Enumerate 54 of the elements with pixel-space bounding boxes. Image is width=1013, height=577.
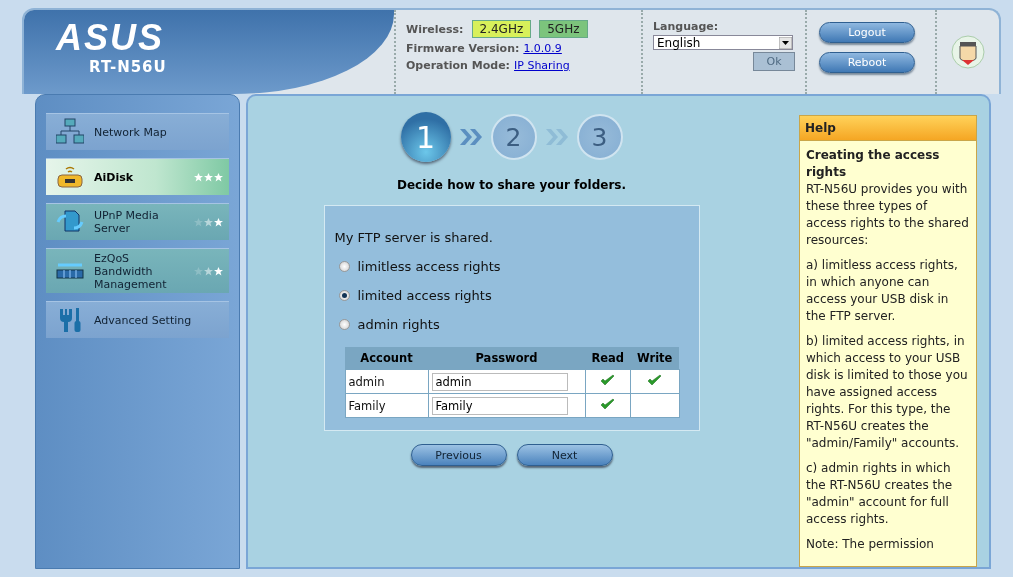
help-paragraph: Note: The permission	[806, 536, 935, 553]
mode-link[interactable]: IP Sharing	[514, 59, 570, 72]
nav-item[interactable]: EzQoS Bandwidth Management	[46, 248, 229, 293]
step-indicator: 2	[490, 114, 537, 160]
password-field[interactable]: admin	[431, 372, 568, 391]
column-header: Read	[585, 347, 631, 370]
step-indicator: 1	[400, 112, 451, 162]
step-indicator: 3	[576, 114, 623, 160]
check-icon	[600, 397, 616, 411]
chevron-icon	[544, 128, 569, 146]
option-label: limited access rights	[357, 288, 492, 303]
sparkle-stars-icon	[194, 172, 223, 182]
firmware-link[interactable]: 1.0.0.9	[523, 42, 562, 55]
dropdown-arrow-icon	[779, 36, 792, 49]
model-name: RT-N56U	[89, 58, 167, 76]
wireless-label: Wireless:	[406, 22, 464, 36]
help-heading: Creating the access rights	[806, 147, 941, 181]
option-label: limitless access rights	[357, 259, 501, 274]
nav-item[interactable]: Network Map	[46, 113, 229, 150]
chevron-icon	[458, 128, 483, 146]
band-indicator: 2.4GHz	[471, 20, 532, 38]
help-paragraph: RT-N56U provides you with these three types of access rights to the shared resources:	[806, 181, 970, 249]
check-icon	[647, 373, 663, 387]
help-title: Help	[800, 116, 976, 141]
network-icon	[56, 118, 84, 146]
radio-button[interactable]	[338, 290, 350, 301]
sparkle-stars-icon	[194, 217, 223, 227]
radio-button[interactable]	[338, 319, 350, 330]
step-caption: Decide how to share your folders.	[396, 178, 627, 192]
radio-button[interactable]	[338, 261, 350, 272]
account-cell: admin	[345, 369, 428, 394]
option-label: admin rights	[357, 317, 440, 332]
language-label: Language:	[653, 20, 720, 33]
column-header: Account	[345, 347, 428, 370]
language-dropdown[interactable]: English	[653, 35, 793, 50]
help-paragraph: b) limited access rights, in which access to your USB disk is limited to those you have assigned access rights. For this type, the RT-N56U creates the "admin/Family" accounts.	[806, 333, 969, 452]
intro-text: My FTP server is shared.	[334, 230, 494, 245]
wizard-button[interactable]: Previous	[410, 444, 507, 466]
wizard-button[interactable]: Next	[516, 444, 613, 466]
password-field[interactable]: Family	[431, 396, 568, 415]
help-paragraph: a) limitless access rights, in which anyone can access your USB disk in the FTP server.	[806, 257, 959, 325]
nav-item[interactable]: AiDisk	[46, 158, 229, 195]
column-header: Write	[630, 347, 679, 370]
check-icon	[600, 373, 616, 387]
account-cell: Family	[345, 393, 428, 418]
column-header: Password	[428, 347, 585, 370]
firmware-label: Firmware Version:	[406, 42, 520, 55]
nav-item[interactable]: Advanced Setting	[46, 301, 229, 338]
brand-logo: ASUS	[56, 20, 165, 56]
band-indicator: 5GHz	[539, 20, 588, 38]
mode-label: Operation Mode:	[406, 59, 511, 72]
sparkle-stars-icon	[194, 266, 223, 276]
nav-item[interactable]: UPnP Media Server	[46, 203, 229, 240]
help-paragraph: c) admin rights in which the RT-N56U creates the "admin" account for full access rights.	[806, 460, 954, 528]
